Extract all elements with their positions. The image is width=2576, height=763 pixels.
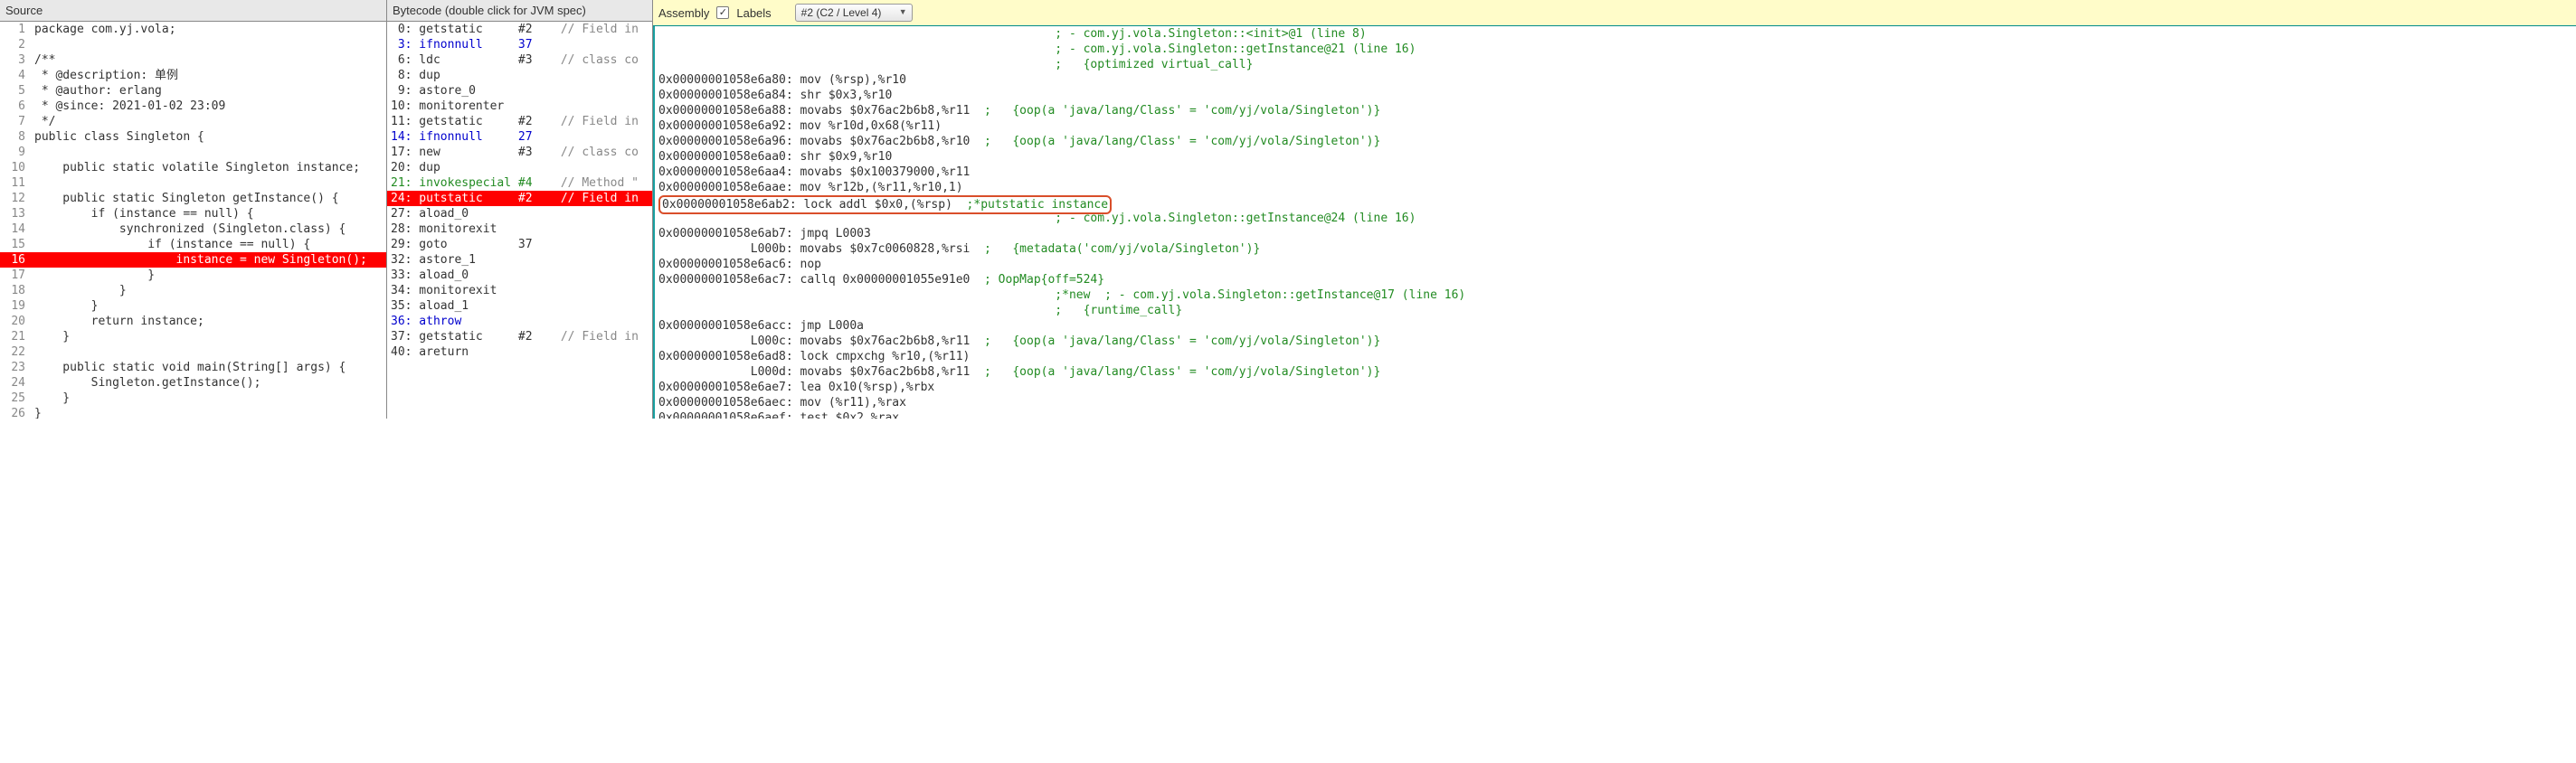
assembly-header: Assembly ✓ Labels #2 (C2 / Level 4) [653, 0, 2576, 26]
assembly-line[interactable]: 0x00000001058e6a92: mov %r10d,0x68(%r11) [655, 118, 2576, 134]
bytecode-header: Bytecode (double click for JVM spec) [387, 0, 652, 22]
source-line[interactable]: 24 Singleton.getInstance(); [0, 375, 386, 391]
source-line[interactable]: 11 [0, 175, 386, 191]
assembly-line[interactable]: 0x00000001058e6ad8: lock cmpxchg %r10,(%… [655, 349, 2576, 364]
bytecode-line[interactable]: 32: astore_1 [387, 252, 652, 268]
source-line[interactable]: 6 * @since: 2021-01-02 23:09 [0, 99, 386, 114]
bytecode-line[interactable]: 10: monitorenter [387, 99, 652, 114]
bytecode-line[interactable]: 17: new #3 // class co [387, 145, 652, 160]
bytecode-line[interactable]: 29: goto 37 [387, 237, 652, 252]
labels-checkbox[interactable]: ✓ [716, 6, 729, 19]
source-line[interactable]: 22 [0, 344, 386, 360]
source-line[interactable]: 8public class Singleton { [0, 129, 386, 145]
assembly-line[interactable]: 0x00000001058e6aec: mov (%r11),%rax [655, 395, 2576, 410]
assembly-line[interactable]: 0x00000001058e6aef: test $0x2,%rax [655, 410, 2576, 419]
source-line[interactable]: 20 return instance; [0, 314, 386, 329]
source-content[interactable]: 1package com.yj.vola;23/**4 * @descripti… [0, 22, 386, 419]
assembly-line[interactable]: 0x00000001058e6a96: movabs $0x76ac2b6b8,… [655, 134, 2576, 149]
bytecode-line[interactable]: 27: aload_0 [387, 206, 652, 221]
source-title: Source [5, 4, 43, 17]
source-line[interactable]: 17 } [0, 268, 386, 283]
assembly-line[interactable]: 0x00000001058e6a84: shr $0x3,%r10 [655, 88, 2576, 103]
bytecode-line[interactable]: 0: getstatic #2 // Field in [387, 22, 652, 37]
source-line[interactable]: 10 public static volatile Singleton inst… [0, 160, 386, 175]
source-line[interactable]: 1package com.yj.vola; [0, 22, 386, 37]
assembly-line[interactable]: ; {optimized virtual_call} [655, 57, 2576, 72]
labels-text: Labels [736, 6, 771, 20]
assembly-line[interactable]: L000d: movabs $0x76ac2b6b8,%r11 ; {oop(a… [655, 364, 2576, 380]
bytecode-line[interactable]: 21: invokespecial #4 // Method " [387, 175, 652, 191]
source-panel: Source 1package com.yj.vola;23/**4 * @de… [0, 0, 387, 419]
bytecode-line[interactable]: 14: ifnonnull 27 [387, 129, 652, 145]
source-line[interactable]: 13 if (instance == null) { [0, 206, 386, 221]
assembly-line[interactable]: 0x00000001058e6acc: jmp L000a [655, 318, 2576, 334]
source-line[interactable]: 14 synchronized (Singleton.class) { [0, 221, 386, 237]
assembly-line[interactable]: 0x00000001058e6ac6: nop [655, 257, 2576, 272]
assembly-line[interactable]: ; - com.yj.vola.Singleton::getInstance@2… [655, 42, 2576, 57]
source-line[interactable]: 15 if (instance == null) { [0, 237, 386, 252]
bytecode-line[interactable]: 40: areturn [387, 344, 652, 360]
source-line[interactable]: 21 } [0, 329, 386, 344]
bytecode-line[interactable]: 8: dup [387, 68, 652, 83]
assembly-line[interactable]: ; - com.yj.vola.Singleton::getInstance@2… [655, 211, 2576, 226]
bytecode-line[interactable]: 20: dup [387, 160, 652, 175]
assembly-line[interactable]: 0x00000001058e6a88: movabs $0x76ac2b6b8,… [655, 103, 2576, 118]
source-line[interactable]: 16 instance = new Singleton(); [0, 252, 386, 268]
source-line[interactable]: 23 public static void main(String[] args… [0, 360, 386, 375]
assembly-line[interactable]: 0x00000001058e6aae: mov %r12b,(%r11,%r10… [655, 180, 2576, 195]
bytecode-line[interactable]: 24: putstatic #2 // Field in [387, 191, 652, 206]
bytecode-line[interactable]: 6: ldc #3 // class co [387, 52, 652, 68]
assembly-line[interactable]: ;*new ; - com.yj.vola.Singleton::getInst… [655, 287, 2576, 303]
assembly-line[interactable]: ; {runtime_call} [655, 303, 2576, 318]
source-line[interactable]: 26} [0, 406, 386, 419]
bytecode-line[interactable]: 37: getstatic #2 // Field in [387, 329, 652, 344]
source-line[interactable]: 5 * @author: erlang [0, 83, 386, 99]
source-line[interactable]: 4 * @description: 单例 [0, 68, 386, 83]
assembly-line[interactable]: 0x00000001058e6aa0: shr $0x9,%r10 [655, 149, 2576, 165]
bytecode-line[interactable]: 9: astore_0 [387, 83, 652, 99]
assembly-content[interactable]: ; - com.yj.vola.Singleton::<init>@1 (lin… [653, 26, 2576, 419]
bytecode-line[interactable]: 11: getstatic #2 // Field in [387, 114, 652, 129]
source-header: Source [0, 0, 386, 22]
assembly-panel: Assembly ✓ Labels #2 (C2 / Level 4) ; - … [653, 0, 2576, 419]
source-line[interactable]: 19 } [0, 298, 386, 314]
assembly-line[interactable]: 0x00000001058e6aa4: movabs $0x100379000,… [655, 165, 2576, 180]
compilation-dropdown[interactable]: #2 (C2 / Level 4) [795, 4, 913, 22]
source-line[interactable]: 3/** [0, 52, 386, 68]
main-container: Source 1package com.yj.vola;23/**4 * @de… [0, 0, 2576, 419]
bytecode-title: Bytecode (double click for JVM spec) [393, 4, 586, 17]
source-line[interactable]: 7 */ [0, 114, 386, 129]
bytecode-content[interactable]: 0: getstatic #2 // Field in 3: ifnonnull… [387, 22, 652, 419]
assembly-line[interactable]: L000c: movabs $0x76ac2b6b8,%r11 ; {oop(a… [655, 334, 2576, 349]
dropdown-value: #2 (C2 / Level 4) [801, 6, 882, 19]
assembly-line[interactable]: ; - com.yj.vola.Singleton::<init>@1 (lin… [655, 26, 2576, 42]
bytecode-line[interactable]: 34: monitorexit [387, 283, 652, 298]
assembly-line[interactable]: 0x00000001058e6ab7: jmpq L0003 [655, 226, 2576, 241]
bytecode-line[interactable]: 3: ifnonnull 37 [387, 37, 652, 52]
source-line[interactable]: 2 [0, 37, 386, 52]
bytecode-panel: Bytecode (double click for JVM spec) 0: … [387, 0, 653, 419]
source-line[interactable]: 18 } [0, 283, 386, 298]
source-line[interactable]: 12 public static Singleton getInstance()… [0, 191, 386, 206]
assembly-line[interactable]: 0x00000001058e6ac7: callq 0x00000001055e… [655, 272, 2576, 287]
source-line[interactable]: 25 } [0, 391, 386, 406]
bytecode-line[interactable]: 36: athrow [387, 314, 652, 329]
assembly-line[interactable]: 0x00000001058e6ae7: lea 0x10(%rsp),%rbx [655, 380, 2576, 395]
bytecode-line[interactable]: 33: aload_0 [387, 268, 652, 283]
bytecode-line[interactable]: 28: monitorexit [387, 221, 652, 237]
assembly-line[interactable]: 0x00000001058e6a80: mov (%rsp),%r10 [655, 72, 2576, 88]
assembly-title: Assembly [658, 6, 709, 20]
bytecode-line[interactable]: 35: aload_1 [387, 298, 652, 314]
source-line[interactable]: 9 [0, 145, 386, 160]
assembly-line[interactable]: 0x00000001058e6ab2: lock addl $0x0,(%rsp… [655, 195, 2576, 211]
assembly-line[interactable]: L000b: movabs $0x7c0060828,%rsi ; {metad… [655, 241, 2576, 257]
